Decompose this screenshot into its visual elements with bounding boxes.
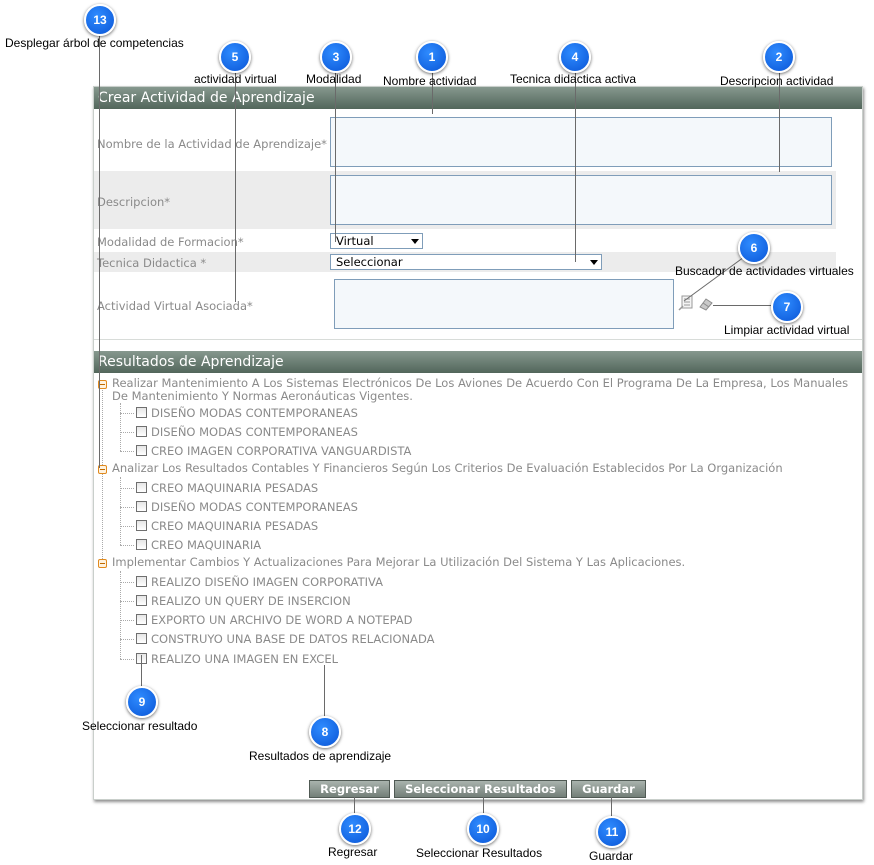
tree-connector [120,403,121,451]
leader-line [99,32,100,468]
result-checkbox[interactable] [136,407,147,418]
annotation-label: Buscador de actividades virtuales [675,264,854,278]
result-label: CREO MAQUINARIA [151,538,262,552]
tree-connector [120,659,134,660]
modality-select[interactable]: Virtual [330,233,423,249]
annotation-label: Descripcion actividad [720,74,834,88]
technique-select[interactable]: Seleccionar [330,254,602,270]
tree-connector [120,639,134,640]
result-label: CREO IMAGEN CORPORATIVA VANGUARDISTA [151,444,412,458]
leader-line [575,70,576,262]
result-label: CREO MAQUINARIA PESADAS [151,519,319,533]
divider [94,339,862,340]
annotation-badge: 6 [738,232,770,264]
result-label: DISEÑO MODAS CONTEMPORANEAS [151,500,358,514]
annotation-badge: 11 [596,816,628,848]
result-checkbox[interactable] [136,614,147,625]
tree-connector [120,488,134,489]
annotation-badge: 12 [339,813,371,845]
activity-name-input[interactable] [330,117,832,167]
annotation-label: Resultados de aprendizaje [249,749,392,763]
result-checkbox[interactable] [136,576,147,587]
competency-3: Implementar Cambios Y Actualizaciones Pa… [112,555,686,569]
back-button[interactable]: Regresar [309,780,390,798]
annotation-badge: 7 [771,291,803,323]
tree-connector [120,545,134,546]
tree-connector [120,526,134,527]
tree-connector [120,432,134,433]
name-label: Nombre de la Actividad de Aprendizaje* [97,137,327,151]
select-results-button[interactable]: Seleccionar Resultados [394,780,567,798]
form-header: Crear Actividad de Aprendizaje [94,87,862,109]
leader-line [335,70,336,242]
annotation-badge: 8 [309,716,341,748]
tree-connector [102,387,103,563]
annotation-label: Seleccionar resultado [82,719,198,733]
result-checkbox[interactable] [136,426,147,437]
save-button[interactable]: Guardar [571,780,646,798]
annotation-badge: 10 [467,813,499,845]
modality-selected: Virtual [336,234,374,248]
result-checkbox[interactable] [136,539,147,550]
description-label: Descripcion* [97,195,171,209]
tree-connector [120,620,134,621]
leader-line [235,70,236,302]
annotation-badge: 3 [320,41,352,73]
annotation-label: Limpiar actividad virtual [724,323,850,337]
tree-connector [120,451,134,452]
annotation-label: Modalidad [306,72,362,86]
annotation-label: actividad virtual [194,72,277,86]
tree-connector [120,571,121,659]
create-activity-panel: Crear Actividad de Aprendizaje Nombre de… [93,86,863,800]
name-row: Nombre de la Actividad de Aprendizaje* [94,113,836,169]
modality-label: Modalidad de Formacion* [97,235,244,249]
chevron-down-icon [411,239,419,244]
result-label: DISEÑO MODAS CONTEMPORANEAS [151,406,358,420]
chevron-down-icon [590,260,598,265]
result-checkbox[interactable] [136,520,147,531]
results-header: Resultados de Aprendizaje [94,351,862,373]
result-checkbox[interactable] [136,501,147,512]
tree-connector [120,582,134,583]
result-label: REALIZO UNA IMAGEN EN EXCEL [151,652,338,666]
leader-line [141,655,142,687]
result-checkbox[interactable] [136,482,147,493]
annotation-label: Regresar [328,845,378,859]
annotation-label: Seleccionar Resultados [416,846,543,860]
tree-connector [120,413,134,414]
result-label: REALIZO DISEÑO IMAGEN CORPORATIVA [151,575,384,589]
result-label: EXPORTO UN ARCHIVO DE WORD A NOTEPAD [151,613,413,627]
result-checkbox[interactable] [136,595,147,606]
tree-connector [120,601,134,602]
result-label: DISEÑO MODAS CONTEMPORANEAS [151,425,358,439]
result-label: CONSTRUYO UNA BASE DE DATOS RELACIONADA [151,632,435,646]
annotation-badge: 5 [219,41,251,73]
virtual-activity-label: Actividad Virtual Asociada* [97,299,253,313]
technique-label: Tecnica Didactica * [97,256,207,270]
annotation-badge: 2 [763,41,795,73]
competency-1: Realizar Mantenimiento A Los Sistemas El… [112,376,849,403]
annotation-label: Tecnica didactica activa [510,72,637,86]
description-input[interactable] [330,175,832,225]
leader-line [324,665,325,717]
technique-selected: Seleccionar [336,255,403,269]
annotation-badge: 1 [416,41,448,73]
competency-2: Analizar Los Resultados Contables Y Fina… [112,461,783,475]
annotation-badge: 4 [559,41,591,73]
description-row: Descripcion* [94,171,836,229]
result-label: CREO MAQUINARIA PESADAS [151,481,319,495]
result-checkbox[interactable] [136,445,147,456]
annotation-label: Nombre actividad [383,74,477,88]
collapse-minus-icon[interactable] [98,559,107,568]
result-checkbox[interactable] [136,633,147,644]
virtual-activity-input[interactable] [334,279,674,329]
annotation-label: Desplegar árbol de competencias [5,36,184,50]
annotation-label: Guardar [589,849,634,863]
annotation-badge: 9 [126,686,158,718]
annotation-badge: 13 [84,4,116,36]
tree-connector [120,507,134,508]
result-label: REALIZO UN QUERY DE INSERCION [151,594,351,608]
